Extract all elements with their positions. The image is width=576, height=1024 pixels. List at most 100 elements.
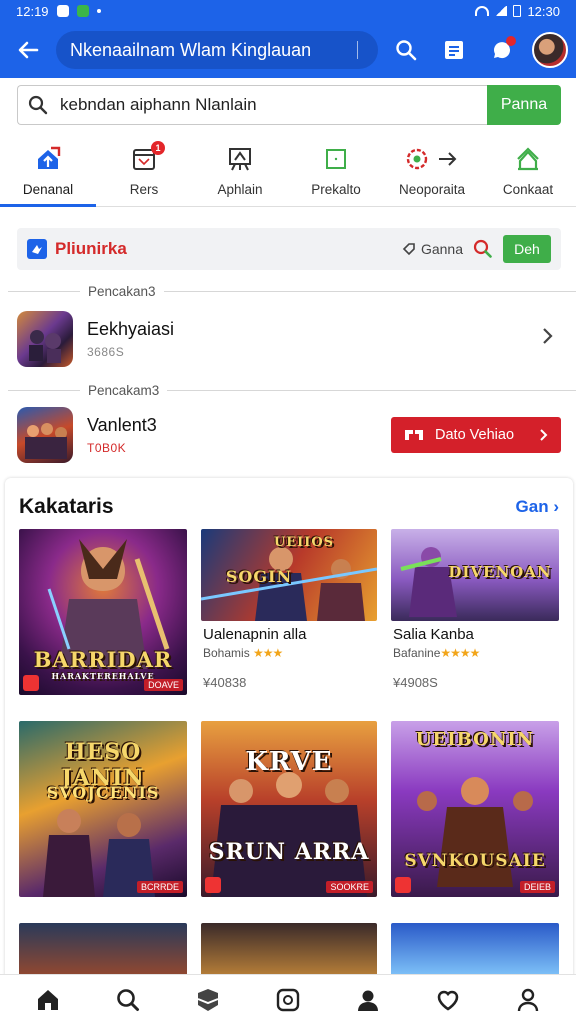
signal-icon xyxy=(495,6,508,16)
game-tile[interactable]: HESO JANIN SVOJCENIS BCRRDE xyxy=(19,721,187,897)
section-label: Pencakan3 xyxy=(0,283,576,299)
search-icon[interactable] xyxy=(473,239,493,259)
tab-label: Neoporaita xyxy=(398,181,466,197)
tab-label: Prekalto xyxy=(311,181,361,197)
square-icon xyxy=(326,148,346,169)
tile-meta-text: Bohamis xyxy=(203,646,250,660)
nav-account[interactable] xyxy=(348,980,388,1020)
app-bar: Nkenaailnam Wlam Kinglauan xyxy=(0,22,576,78)
home-upload-icon xyxy=(38,146,61,169)
tab-label: Aphlain xyxy=(217,181,263,197)
search-query: kebndan aiphann Nlanlain xyxy=(60,95,257,114)
category-tabs: Denanal 1 Rers Aphlain Prekalto Neoporai… xyxy=(0,135,576,207)
see-more-link[interactable]: Gan › xyxy=(516,497,559,517)
profile-icon xyxy=(517,988,539,1011)
tab-denanal[interactable]: Denanal xyxy=(0,135,96,207)
list-item-subtitle: 3686S xyxy=(87,345,125,359)
tile-tag: BCRRDE xyxy=(136,881,183,893)
search-icon xyxy=(396,40,417,61)
person-icon xyxy=(358,990,378,1011)
tile-art-title: DIVENOAN xyxy=(448,563,552,581)
status-clock: 12:30 xyxy=(527,3,560,19)
tile-meta-text: Bafanine xyxy=(393,646,441,660)
nav-games[interactable] xyxy=(188,980,228,1020)
chevron-right-icon xyxy=(541,325,555,353)
download-button[interactable]: Dato Vehiao xyxy=(391,417,561,453)
rating-stars: ★★★★ xyxy=(440,646,480,660)
platform-title: Pliunirka xyxy=(55,239,127,258)
game-icon xyxy=(197,988,219,1011)
search-submit-button[interactable]: Panna xyxy=(487,85,561,125)
notifications-button[interactable] xyxy=(478,22,526,78)
search-row: kebndan aiphann Nlanlain Panna xyxy=(17,85,561,125)
tab-rers[interactable]: 1 Rers xyxy=(96,135,192,206)
heart-icon xyxy=(437,990,459,1011)
list-item-title: Vanlent3 xyxy=(87,415,157,435)
platform-banner: Pliunirka Ganna Deh xyxy=(17,228,561,270)
tab-neoporaita[interactable]: Neoporaita xyxy=(384,135,480,206)
list-item[interactable]: Eekhyaiasi 3686S xyxy=(17,309,561,369)
see-more-label: Gan xyxy=(515,497,549,516)
gear-arrow-icon xyxy=(406,148,457,169)
page-title: Nkenaailnam Wlam Kinglauan xyxy=(70,39,312,60)
list-button[interactable] xyxy=(430,22,478,78)
search-input[interactable]: kebndan aiphann Nlanlain xyxy=(17,85,487,125)
title-search-pill[interactable]: Nkenaailnam Wlam Kinglauan xyxy=(56,31,378,69)
tile-meta: Bohamis ★★★ xyxy=(203,646,283,660)
tile-caption: Salia Kanba xyxy=(393,626,474,643)
list-item-title: Eekhyaiasi xyxy=(87,319,175,339)
home-icon xyxy=(38,989,58,1010)
nav-home[interactable] xyxy=(28,980,68,1020)
status-time: 12:19 xyxy=(16,3,49,19)
list-icon xyxy=(445,41,463,59)
tile-tag: DOAVE xyxy=(144,679,183,691)
list-item-subtitle: T0B0K xyxy=(87,441,127,455)
tile-price: ¥4908S xyxy=(393,675,438,690)
card-title: Kakataris xyxy=(19,495,114,518)
game-tile[interactable]: BARRIDAR HARAKTEREHALVE DOAVE xyxy=(19,529,187,695)
tile-art-subtitle: SVNKOUSAIE xyxy=(404,851,546,871)
nav-favorites[interactable] xyxy=(428,980,468,1020)
game-tile[interactable]: KRVE SRUN ARRA SOOKRE xyxy=(201,721,377,897)
platform-logo-icon xyxy=(27,239,47,259)
game-tile[interactable]: UEIBONIN SVNKOUSAIE DEIEB xyxy=(391,721,559,897)
game-controller-icon xyxy=(405,430,423,440)
platform-filter-label: Ganna xyxy=(420,241,463,257)
tile-art-subtitle: SRUN ARRA xyxy=(208,839,370,865)
camera-icon xyxy=(276,988,300,1011)
tile-tag: DEIEB xyxy=(519,881,555,893)
shield-icon xyxy=(56,5,69,17)
nav-search[interactable] xyxy=(108,980,148,1020)
platform-filter[interactable]: Ganna xyxy=(401,241,463,257)
arrow-left-icon xyxy=(18,41,39,59)
wifi-icon xyxy=(475,6,490,16)
tile-tag: SOOKRE xyxy=(326,881,373,893)
publisher-logo-icon xyxy=(205,877,221,893)
search-icon xyxy=(28,95,48,115)
platform-ok-button[interactable]: Deh xyxy=(503,235,551,263)
list-item[interactable]: Vanlent3 T0B0K Dato Vehiao xyxy=(17,405,561,465)
tab-aphlain[interactable]: Aphlain xyxy=(192,135,288,206)
rating-stars: ★★★ xyxy=(253,646,283,660)
back-button[interactable] xyxy=(0,22,56,78)
tab-label: Conkaat xyxy=(502,181,554,197)
nav-camera[interactable] xyxy=(268,980,308,1020)
tab-conkaat[interactable]: Conkaat xyxy=(480,135,576,206)
tab-prekalto[interactable]: Prekalto xyxy=(288,135,384,206)
nav-profile[interactable] xyxy=(508,980,548,1020)
house-outline-icon xyxy=(517,146,539,170)
status-bar: 12:19 12:30 xyxy=(0,0,576,22)
search-button[interactable] xyxy=(382,22,430,78)
section-title: Pencakam3 xyxy=(88,382,160,398)
game-thumbnail xyxy=(17,407,73,463)
tab-label: Denanal xyxy=(22,181,74,197)
avatar[interactable] xyxy=(532,32,568,68)
tab-badge: 1 xyxy=(151,140,165,155)
section-title: Pencakan3 xyxy=(88,283,156,299)
game-tile[interactable]: DIVENOAN xyxy=(391,529,559,621)
section-label: Pencakam3 xyxy=(0,382,576,398)
search-icon xyxy=(117,988,139,1011)
featured-card: Kakataris Gan › BARRIDAR HARAKTEREHALVE … xyxy=(5,478,573,1024)
game-tile[interactable]: UEIIOS SOGIN xyxy=(201,529,377,621)
pill-divider xyxy=(357,41,358,59)
